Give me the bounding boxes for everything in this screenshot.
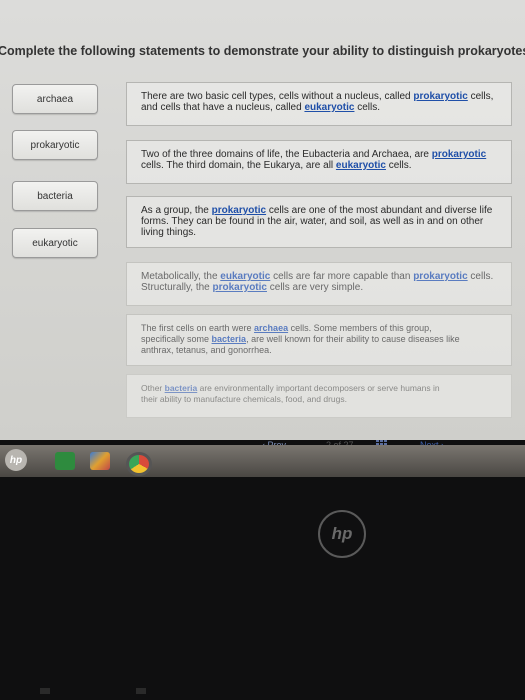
- drop-slot[interactable]: archaea: [254, 323, 288, 333]
- chrome-icon[interactable]: [126, 452, 152, 476]
- file-icon[interactable]: [55, 452, 75, 470]
- statement-2[interactable]: Two of the three domains of life, the Eu…: [126, 140, 512, 184]
- drop-slot[interactable]: eukaryotic: [336, 160, 386, 171]
- drop-slot[interactable]: bacteria: [165, 383, 198, 393]
- drop-slot[interactable]: eukaryotic: [220, 271, 270, 282]
- statement-6[interactable]: Other bacteria are environmentally impor…: [126, 374, 512, 418]
- hp-logo-icon: hp: [318, 510, 366, 558]
- bezel-mark: [136, 688, 146, 694]
- bezel-mark: [40, 688, 50, 694]
- hp-logo-icon[interactable]: hp: [5, 449, 27, 471]
- photos-icon[interactable]: [90, 452, 110, 470]
- quiz-screen: Complete the following statements to dem…: [0, 0, 525, 440]
- statement-1[interactable]: There are two basic cell types, cells wi…: [126, 82, 512, 126]
- drop-slot[interactable]: prokaryotic: [413, 91, 467, 102]
- drop-slot[interactable]: prokaryotic: [213, 282, 267, 293]
- taskbar: hp: [0, 445, 525, 477]
- statement-5[interactable]: The first cells on earth were archaea ce…: [126, 314, 512, 366]
- drop-slot[interactable]: prokaryotic: [432, 149, 486, 160]
- drop-slot[interactable]: eukaryotic: [304, 102, 354, 113]
- drop-slot[interactable]: bacteria: [212, 334, 247, 344]
- statement-3[interactable]: As a group, the prokaryotic cells are on…: [126, 196, 512, 248]
- instruction-text: Complete the following statements to dem…: [0, 44, 525, 58]
- label-eukaryotic[interactable]: eukaryotic: [12, 228, 98, 258]
- drop-slot[interactable]: prokaryotic: [212, 205, 266, 216]
- label-archaea[interactable]: archaea: [12, 84, 98, 114]
- label-bacteria[interactable]: bacteria: [12, 181, 98, 211]
- drop-slot[interactable]: prokaryotic: [413, 271, 467, 282]
- label-prokaryotic[interactable]: prokaryotic: [12, 130, 98, 160]
- statement-4[interactable]: Metabolically, the eukaryotic cells are …: [126, 262, 512, 306]
